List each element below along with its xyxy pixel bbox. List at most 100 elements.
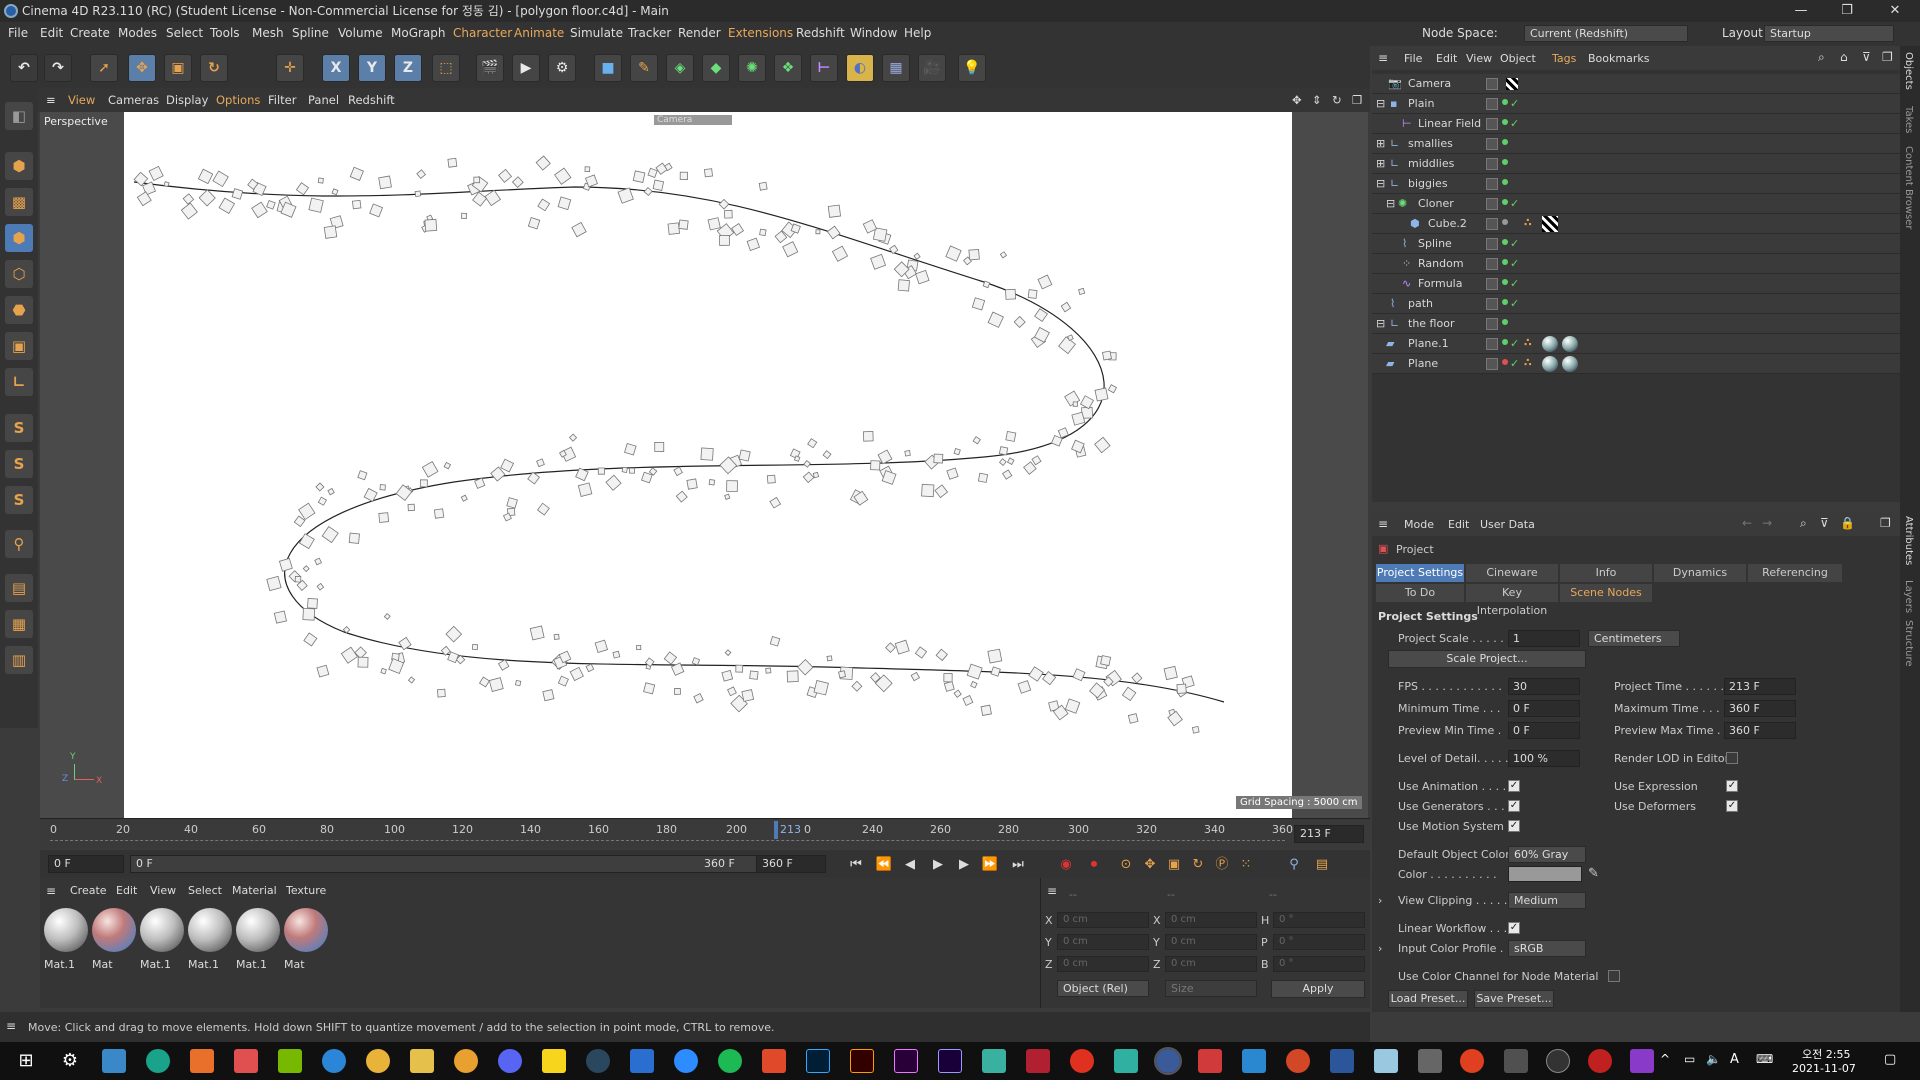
transform-tool-button[interactable]: ✛: [276, 54, 304, 82]
menu-modes[interactable]: Modes: [118, 26, 157, 40]
undo-button[interactable]: ↶: [10, 54, 38, 82]
locked-workplane-button[interactable]: ▥: [5, 646, 33, 674]
app-icon[interactable]: [1114, 1049, 1138, 1073]
end-frame-field[interactable]: 360 F: [756, 855, 826, 873]
rotation-b-field[interactable]: 0 °: [1273, 956, 1365, 972]
menu-select[interactable]: Select: [166, 26, 203, 40]
position-x-field[interactable]: 0 cm: [1057, 912, 1149, 928]
layer-toggle[interactable]: [1486, 278, 1498, 290]
polygon-mode-button[interactable]: ⬣: [5, 296, 33, 324]
rotation-h-field[interactable]: 0 °: [1273, 912, 1365, 928]
layer-toggle[interactable]: [1486, 238, 1498, 250]
tab-project-settings[interactable]: Project Settings: [1376, 564, 1464, 582]
enabled-check-icon[interactable]: ✓: [1510, 257, 1519, 270]
expand-icon[interactable]: ⊟: [1376, 177, 1385, 190]
record-icon[interactable]: ◉: [1056, 855, 1076, 875]
field-button[interactable]: ◐: [846, 54, 874, 82]
am-back-icon[interactable]: ←: [1742, 516, 1752, 530]
render-lod-checkbox[interactable]: ✓: [1726, 752, 1738, 764]
om-search-icon[interactable]: ⌕: [1818, 50, 1825, 65]
app-icon[interactable]: [630, 1049, 654, 1073]
menu-simulate[interactable]: Simulate: [570, 26, 623, 40]
scale-project-button[interactable]: Scale Project...: [1388, 650, 1586, 668]
maximize-button[interactable]: ❐: [1824, 0, 1870, 22]
tab-info[interactable]: Info: [1560, 564, 1652, 582]
autokey-icon[interactable]: ⏺: [1084, 855, 1104, 875]
chrome-icon[interactable]: [366, 1049, 390, 1073]
mat-menu-view[interactable]: View: [150, 884, 176, 897]
menu-volume[interactable]: Volume: [338, 26, 383, 40]
material-swatch[interactable]: [44, 908, 88, 952]
tray-chevron-icon[interactable]: ^: [1660, 1052, 1670, 1066]
size-mode-dropdown[interactable]: Size: [1165, 980, 1257, 997]
menu-render[interactable]: Render: [678, 26, 721, 40]
app-icon[interactable]: [1242, 1049, 1266, 1073]
viewport-rotate-icon[interactable]: ↻: [1332, 93, 1342, 107]
nvidia-icon[interactable]: [278, 1049, 302, 1073]
mograph-button[interactable]: ❖: [774, 54, 802, 82]
menu-spline[interactable]: Spline: [292, 26, 329, 40]
app-icon[interactable]: [1504, 1049, 1528, 1073]
render-view-button[interactable]: 🎬: [476, 54, 504, 82]
material-tag-icon[interactable]: [1542, 336, 1558, 352]
side-tab-attributes[interactable]: Attributes: [1903, 516, 1914, 565]
coordinate-mode-dropdown[interactable]: Object (Rel): [1057, 980, 1149, 997]
app-icon[interactable]: [1070, 1049, 1094, 1073]
file-explorer-icon[interactable]: [410, 1049, 434, 1073]
object-row-path[interactable]: ⌇ path ✓: [1372, 294, 1900, 314]
menu-animate[interactable]: Animate: [514, 26, 564, 40]
app-icon[interactable]: [1418, 1049, 1442, 1073]
edge-mode-button[interactable]: ⬡: [5, 260, 33, 288]
color-channel-checkbox[interactable]: ✓: [1608, 970, 1620, 982]
use-animation-checkbox[interactable]: ✓: [1508, 780, 1520, 792]
use-generators-checkbox[interactable]: ✓: [1508, 800, 1520, 812]
app-icon[interactable]: [1460, 1049, 1484, 1073]
app-icon[interactable]: [762, 1049, 786, 1073]
enabled-check-icon[interactable]: ✓: [1510, 197, 1519, 210]
layer-toggle[interactable]: [1486, 218, 1498, 230]
material-swatch[interactable]: [92, 908, 136, 952]
menu-mograph[interactable]: MoGraph: [391, 26, 446, 40]
viewport-3d[interactable]: Perspective Camera Grid Spacing : 5000 c…: [40, 112, 1368, 818]
material-swatch[interactable]: [188, 908, 232, 952]
key-parameter-icon[interactable]: Ⓟ: [1212, 855, 1232, 875]
camera-target-tag-icon[interactable]: [1506, 78, 1518, 90]
apply-button[interactable]: Apply: [1271, 980, 1365, 998]
workplane-grid-button[interactable]: ▤: [5, 574, 33, 602]
key-position-icon[interactable]: ✥: [1140, 855, 1160, 875]
motion-mode-icon[interactable]: ⚲: [1284, 855, 1304, 875]
viewport-zoom-icon[interactable]: ⇕: [1312, 93, 1322, 107]
coordinate-system-button[interactable]: ⬚: [432, 54, 460, 82]
am-menu-edit[interactable]: Edit: [1448, 518, 1469, 531]
visibility-dot[interactable]: [1502, 179, 1508, 185]
node-space-dropdown[interactable]: Current (Redshift): [1524, 25, 1688, 42]
key-scale-icon[interactable]: ▣: [1164, 855, 1184, 875]
visibility-dot[interactable]: [1502, 299, 1508, 305]
visibility-dot[interactable]: [1502, 199, 1508, 205]
am-filter-icon[interactable]: ⊽: [1820, 516, 1829, 530]
windows-start-icon[interactable]: ⊞: [14, 1049, 38, 1073]
layer-toggle[interactable]: [1486, 358, 1498, 370]
save-preset-button[interactable]: Save Preset...: [1474, 990, 1554, 1008]
app-icon[interactable]: [1026, 1049, 1050, 1073]
expand-icon[interactable]: ⊞: [1376, 157, 1385, 170]
fps-field[interactable]: 30: [1508, 678, 1580, 695]
use-expression-checkbox[interactable]: ✓: [1726, 780, 1738, 792]
view-clipping-dropdown[interactable]: Medium: [1508, 892, 1586, 909]
preview-range-slider[interactable]: 0 F: [130, 855, 776, 873]
am-menu-mode[interactable]: Mode: [1404, 518, 1434, 531]
project-time-field[interactable]: 213 F: [1724, 678, 1796, 695]
mat-menu-select[interactable]: Select: [188, 884, 222, 897]
am-search-icon[interactable]: ⌕: [1800, 516, 1807, 531]
tab-cineware[interactable]: Cineware: [1466, 564, 1558, 582]
enabled-check-icon[interactable]: ✓: [1510, 297, 1519, 310]
om-home-icon[interactable]: ⌂: [1840, 50, 1848, 64]
ime-icon[interactable]: A: [1730, 1052, 1739, 1067]
keyframe-selection-icon[interactable]: ⊙: [1116, 855, 1136, 875]
app-icon[interactable]: [146, 1049, 170, 1073]
timeline-playhead[interactable]: [774, 821, 778, 839]
visibility-dot[interactable]: [1502, 319, 1508, 325]
vp-menu-filter[interactable]: Filter: [268, 93, 296, 107]
clock-date[interactable]: 2021-11-07: [1792, 1062, 1856, 1075]
cube-button[interactable]: ■: [594, 54, 622, 82]
